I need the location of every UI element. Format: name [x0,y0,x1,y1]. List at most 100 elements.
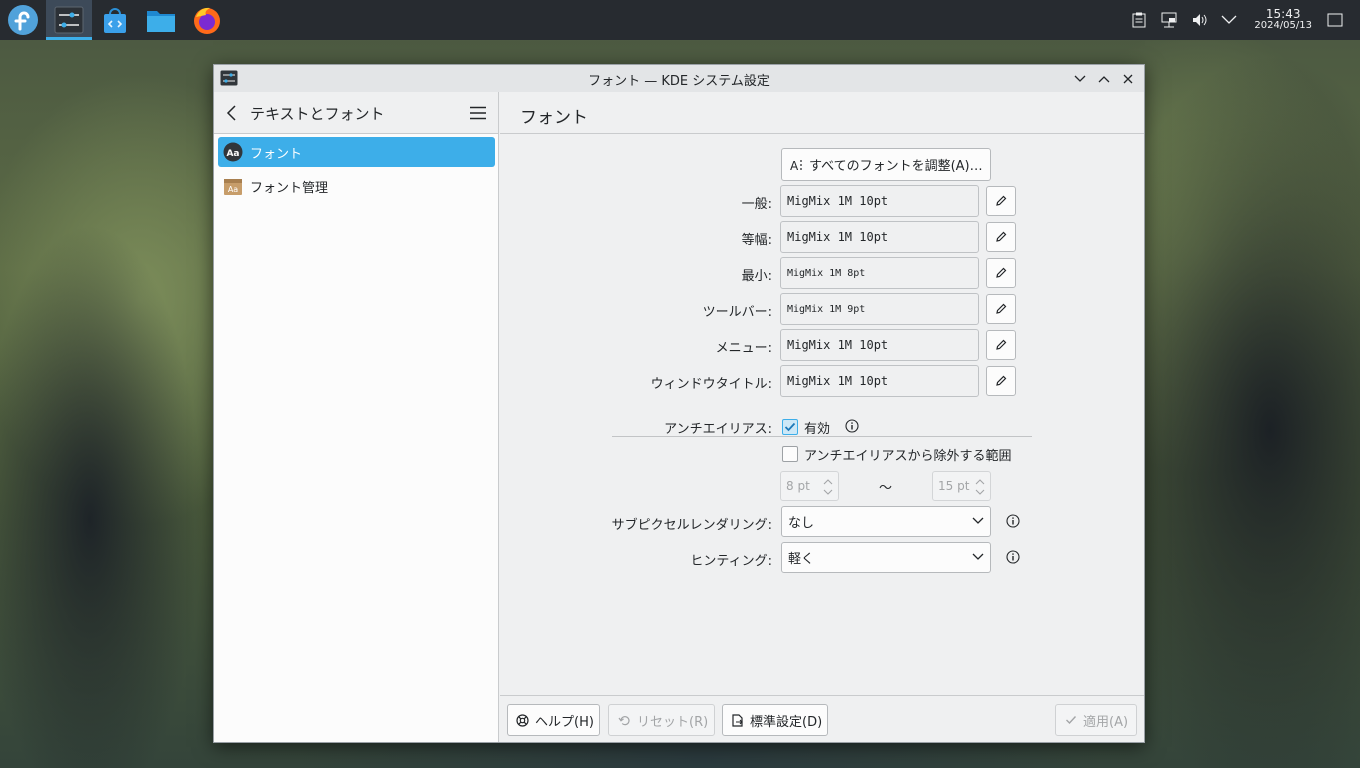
help-label: ヘルプ(H) [535,714,594,730]
checkmark-icon [784,422,796,432]
general-font-choose-button[interactable] [986,186,1016,216]
reset-label: リセット(R) [637,714,709,730]
antialias-enabled-label[interactable]: 有効 [804,418,830,437]
range-tilde: 〜 [879,481,893,496]
sidebar-header: テキストとフォント [214,92,498,134]
menu-font-choose-button[interactable] [986,330,1016,360]
svg-text:A: A [790,159,799,172]
sidebar-item-fonts[interactable]: Aa フォント [218,137,495,167]
spin-arrows-icon [975,479,985,495]
dolphin-task[interactable] [138,0,184,40]
maximize-button[interactable] [1094,69,1114,89]
digital-clock[interactable]: 15:43 2024/05/13 [1254,8,1312,32]
sidebar-item-label: フォント管理 [250,181,329,196]
page-header: フォント [500,92,1144,134]
antialias-exclude-label[interactable]: アンチエイリアスから除外する範囲 [804,445,1011,464]
store-bag-icon [104,8,126,33]
defaults-label: 標準設定(D) [750,714,823,730]
hinting-value: 軽く [788,552,815,567]
chevron-up-icon [1098,76,1110,83]
pencil-icon [996,231,1007,242]
hamburger-menu-icon[interactable] [470,106,486,120]
settings-sliders-icon [54,6,84,34]
adjust-all-fonts-label: すべてのフォントを調整(A)… [809,159,983,174]
chevron-down-icon [1221,15,1237,24]
apply-label: 適用(A) [1083,714,1129,730]
hinting-combobox[interactable]: 軽く [781,542,991,573]
sidebar-item-label: フォント [250,147,303,162]
small-font-choose-button[interactable] [986,258,1016,288]
antialias-exclude-checkbox[interactable] [782,446,798,462]
toolbar-font-label: ツールバー: [702,305,772,320]
info-icon[interactable] [1006,550,1020,564]
pencil-icon [996,375,1007,386]
general-font-label: 一般: [741,197,772,212]
checkmark-icon [1066,716,1077,725]
show-desktop-icon [1327,13,1343,27]
chevron-down-icon [1074,75,1086,82]
font-adjust-icon: A [790,159,802,172]
back-arrow-icon[interactable] [224,104,240,122]
undo-icon [618,715,630,725]
toolbar-font-field: MigMix 1M 9pt [780,293,979,325]
exclude-to-spinbox[interactable]: 15 pt [932,471,991,501]
general-font-field: MigMix 1M 10pt [780,185,979,217]
defaults-button[interactable]: 標準設定(D) [722,704,828,736]
sidebar-title: テキストとフォント [250,105,385,123]
fedora-launcher-button[interactable] [0,0,46,40]
discover-task[interactable] [92,0,138,40]
fedora-icon [8,5,38,35]
info-icon[interactable] [845,419,859,433]
adjust-all-fonts-button[interactable]: A すべてのフォントを調整(A)… [781,148,991,181]
window-titlebar[interactable]: フォント — KDE システム設定 [214,65,1144,92]
antialias-label: アンチエイリアス: [664,422,772,437]
toolbar-font-choose-button[interactable] [986,294,1016,324]
subpixel-combobox[interactable]: なし [781,506,991,537]
spin-arrows-icon [823,479,833,495]
window-title-font-choose-button[interactable] [986,366,1016,396]
chevron-down-icon [972,517,984,524]
window-title-font-label: ウィンドウタイトル: [650,377,772,392]
system-settings-task[interactable] [46,0,92,40]
menu-font-field: MigMix 1M 10pt [780,329,979,361]
exclude-from-spinbox[interactable]: 8 pt [780,471,839,501]
subpixel-label: サブピクセルレンダリング: [611,518,772,533]
menu-font-label: メニュー: [715,341,772,356]
settings-window: フォント — KDE システム設定 テキストとフォント Aa フォント Aa フ… [213,64,1145,743]
firefox-icon [194,7,220,34]
main-panel: フォント A すべてのフォントを調整(A)… 一般: MigMix 1M 10p… [500,92,1144,742]
network-wired-icon [1161,12,1177,28]
clock-date: 2024/05/13 [1254,20,1312,31]
pencil-icon [996,339,1007,350]
network-tray-button[interactable] [1154,0,1184,40]
minimize-button[interactable] [1070,69,1090,89]
clock-time: 15:43 [1265,7,1301,21]
antialias-checkbox[interactable] [782,419,798,435]
volume-tray-button[interactable] [1184,0,1214,40]
speaker-icon [1193,14,1207,26]
sidebar-item-font-manager[interactable]: Aa フォント管理 [218,171,495,201]
show-desktop-button[interactable] [1320,0,1350,40]
svg-text:Aa: Aa [228,185,238,194]
clipboard-icon [1132,12,1146,28]
svg-text:Aa: Aa [226,149,239,159]
pencil-icon [996,267,1007,278]
pencil-icon [996,195,1007,206]
reset-button[interactable]: リセット(R) [608,704,715,736]
clipboard-tray-button[interactable] [1124,0,1154,40]
tray-expand-button[interactable] [1214,0,1244,40]
hinting-label: ヒンティング: [690,554,772,569]
apply-button[interactable]: 適用(A) [1055,704,1137,736]
fixed-font-label: 等幅: [741,233,772,248]
close-button[interactable] [1118,69,1138,89]
firefox-task[interactable] [184,0,230,40]
info-icon[interactable] [1006,514,1020,528]
chevron-down-icon [972,553,984,560]
help-button[interactable]: ヘルプ(H) [507,704,600,736]
window-title-font-field: MigMix 1M 10pt [780,365,979,397]
system-tray: 15:43 2024/05/13 [1124,0,1360,40]
window-title: フォント — KDE システム設定 [588,74,770,89]
pencil-icon [996,303,1007,314]
fixed-font-choose-button[interactable] [986,222,1016,252]
small-font-label: 最小: [741,269,772,284]
